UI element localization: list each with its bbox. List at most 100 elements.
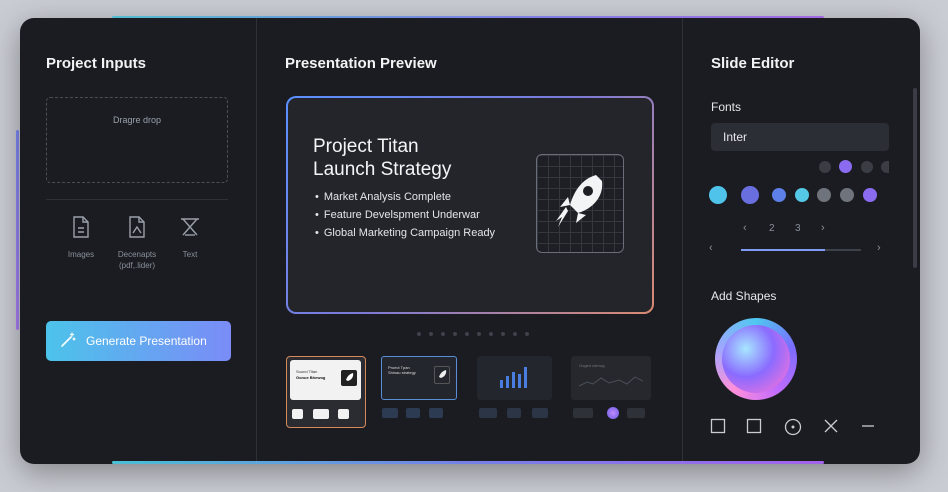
line-shape-button[interactable] [860, 418, 876, 439]
slide-preview[interactable]: Project Titan Launch Strategy Market Ana… [286, 96, 654, 314]
page-dot[interactable] [441, 332, 445, 336]
color-swatch-grey[interactable] [817, 188, 831, 202]
square-icon [710, 418, 726, 438]
color-swatch-dark[interactable] [881, 161, 889, 173]
fonts-label: Fonts [711, 100, 742, 114]
generate-presentation-button[interactable]: Generate Presentation [46, 321, 231, 361]
thumbnail-mini [627, 408, 645, 418]
thumbnail-mini [382, 408, 398, 418]
upload-documents-button[interactable]: Decenapts (pdf,.lider) [107, 215, 167, 271]
page-dot[interactable] [477, 332, 481, 336]
upload-text-button[interactable]: Text [160, 215, 220, 260]
thumbnail-mini [507, 408, 521, 418]
thumbnail-mini [338, 409, 349, 419]
slide-bullet: Feature Develspment Underwar [315, 209, 495, 227]
color-swatch-teal[interactable] [795, 188, 809, 202]
color-swatch-dark[interactable] [861, 161, 873, 173]
slider-fill [741, 249, 825, 251]
document-icon [107, 215, 167, 239]
circle-shape-button[interactable] [784, 418, 802, 441]
thumbnail-mini [313, 409, 329, 419]
upload-documents-label: Decenapts (pdf,.lider) [117, 250, 157, 270]
presentation-preview-panel: Presentation Preview Project Titan Launc… [257, 18, 683, 464]
line-icon [860, 421, 876, 438]
chevron-left-icon[interactable]: ‹ [743, 222, 747, 234]
file-dropzone[interactable]: Dragre drop [46, 97, 228, 183]
slide-image-frame[interactable] [536, 154, 624, 253]
rocket-icon [434, 366, 450, 384]
slide-bullet-list: Market Analysis Complete Feature Develsp… [315, 191, 495, 245]
thumbnail-mini [429, 408, 443, 418]
bar-chart-icon [500, 367, 527, 388]
rocket-icon [552, 169, 608, 238]
color-orb-icon [607, 407, 619, 419]
project-inputs-title: Project Inputs [46, 55, 147, 72]
thumbnail-mini [532, 408, 548, 418]
color-picker-preview [722, 325, 790, 393]
page-dot[interactable] [525, 332, 529, 336]
page-dot[interactable] [417, 332, 421, 336]
cross-shape-button[interactable] [823, 418, 839, 439]
thumbnail-title: Sound Titan [296, 369, 318, 374]
circle-icon [784, 418, 802, 440]
color-swatch-grey[interactable] [840, 188, 854, 202]
accent-glow-bottom [112, 461, 824, 464]
page-dot[interactable] [513, 332, 517, 336]
font-family-value: Inter [723, 130, 748, 144]
page-dot[interactable] [429, 332, 433, 336]
cross-icon [823, 419, 839, 438]
page-dot[interactable] [453, 332, 457, 336]
pager-value-a: 2 [769, 223, 775, 234]
chevron-right-icon[interactable]: › [877, 242, 881, 254]
square-shape-button[interactable] [710, 418, 726, 439]
page-dot[interactable] [465, 332, 469, 336]
thumbnail-mini [573, 408, 593, 418]
slide-thumbnail-1[interactable]: Sound Titan Gonue Bhewog [286, 356, 366, 428]
color-swatch-blue[interactable] [772, 188, 786, 202]
size-slider[interactable] [741, 249, 861, 251]
color-swatch-indigo[interactable] [741, 186, 759, 204]
project-inputs-panel: Project Inputs Dragre drop Images Decena… [20, 18, 257, 464]
generate-presentation-label: Generate Presentation [86, 334, 207, 348]
divider [46, 199, 228, 200]
thumbnail-title: Ooged cienwg [579, 363, 605, 368]
rectangle-shape-button[interactable] [746, 418, 762, 439]
color-swatch-violet[interactable] [863, 188, 877, 202]
magic-wand-icon [60, 331, 86, 351]
chevron-left-icon[interactable]: ‹ [709, 242, 713, 254]
chevron-right-icon[interactable]: › [821, 222, 825, 234]
dropzone-label: Dragre drop [112, 115, 162, 125]
accent-glow-left [16, 130, 19, 330]
upload-text-label: Text [182, 250, 198, 259]
slide-thumbnail-4[interactable]: Ooged cienwg [571, 356, 651, 426]
slide-thumbnail-3[interactable] [477, 356, 557, 426]
rocket-icon [341, 370, 357, 386]
thumbnail-mini [479, 408, 497, 418]
slide-pagination [417, 332, 529, 336]
color-swatch-cyan[interactable] [709, 186, 727, 204]
text-icon [160, 215, 220, 239]
thumbnail-slide [477, 356, 552, 400]
thumbnail-slide: Proect Tpan Shinau strategy [381, 356, 457, 400]
upload-images-button[interactable]: Images [51, 215, 111, 260]
app-window: Project Inputs Dragre drop Images Decena… [20, 18, 920, 464]
font-family-select[interactable]: Inter [711, 123, 889, 151]
line-chart-icon [579, 376, 643, 387]
presentation-preview-title: Presentation Preview [285, 55, 437, 72]
thumbnail-mini [406, 408, 420, 418]
slide-canvas: Project Titan Launch Strategy Market Ana… [288, 98, 652, 312]
slide-bullet: Global Marketing Campaign Ready [315, 227, 495, 245]
slide-title: Project Titan Launch Strategy [313, 135, 451, 181]
color-swatch-dark[interactable] [819, 161, 831, 173]
thumbnail-slide: Sound Titan Gonue Bhewog [290, 360, 361, 400]
panel-scrollbar[interactable] [913, 88, 917, 268]
page-dot[interactable] [501, 332, 505, 336]
page-dot[interactable] [489, 332, 493, 336]
thumbnail-subtitle: Shinau strategy [388, 370, 416, 375]
color-swatch-violet[interactable] [839, 160, 852, 173]
color-picker-wheel[interactable] [715, 318, 797, 400]
slide-thumbnail-2[interactable]: Proect Tpan Shinau strategy [381, 356, 461, 426]
slide-title-line2: Launch Strategy [313, 159, 452, 180]
upload-images-label: Images [67, 250, 95, 259]
slide-editor-title: Slide Editor [711, 55, 795, 72]
